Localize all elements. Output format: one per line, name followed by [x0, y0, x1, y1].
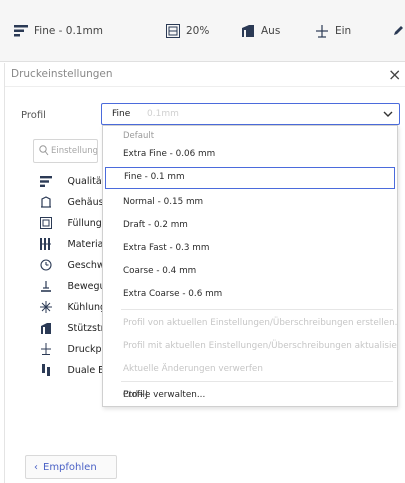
category-dual-extrusion[interactable]: Duale Extrusion — [39, 360, 109, 380]
menu-item-label: Extra Coarse - 0.6 mm — [123, 289, 223, 299]
shell-icon — [39, 195, 53, 209]
profile-select-value: Fine — [112, 109, 131, 119]
menu-item-coarse[interactable]: Coarse - 0.4 mm — [103, 261, 397, 283]
close-button[interactable]: × — [388, 65, 401, 84]
menu-item-label: Coarse - 0.4 mm — [123, 266, 197, 276]
search-icon — [39, 145, 49, 156]
settings-search-input[interactable]: Einstellungen durchsuchen — [33, 139, 98, 163]
infill-icon — [166, 24, 180, 38]
search-placeholder: Einstellungen durchsuchen — [51, 146, 98, 156]
menu-item-label: Extra Fast - 0.3 mm — [123, 243, 210, 253]
support-icon — [39, 321, 53, 335]
category-shell[interactable]: Gehäuse — [39, 192, 109, 212]
infill-summary-label: 20% — [186, 25, 210, 37]
dual-extrusion-icon — [39, 363, 53, 377]
infill-summary-button[interactable]: 20% — [166, 22, 209, 40]
edit-button[interactable] — [392, 22, 405, 40]
profile-label: Profil — [21, 110, 46, 121]
menu-item-label: Fine - 0.1 mm — [124, 172, 185, 182]
menu-item-normal[interactable]: Normal - 0.15 mm — [103, 192, 397, 214]
travel-icon — [39, 279, 53, 293]
material-icon — [39, 237, 53, 251]
pencil-icon — [394, 26, 403, 35]
shortcut-label: Ctrl+J — [123, 390, 148, 400]
category-support[interactable]: Stützstruktur — [39, 318, 109, 338]
adhesion-summary-button[interactable]: Ein — [315, 22, 351, 40]
panel-title: Druckeinstellungen — [11, 68, 113, 80]
profile-dropdown-menu: Default Extra Fine - 0.06 mm Fine - 0.1 … — [102, 125, 398, 407]
recommended-button[interactable]: ‹ Empfohlen — [25, 455, 117, 479]
recommended-label: Empfohlen — [43, 461, 97, 473]
category-material[interactable]: Material — [39, 234, 109, 254]
support-summary-label: Aus — [261, 25, 281, 37]
menu-item-create-profile: Profil von aktuellen Einstellungen/Übers… — [103, 313, 397, 335]
quality-icon — [39, 174, 53, 188]
menu-item-discard-changes: Aktuelle Änderungen verwerfen — [103, 359, 397, 381]
menu-item-extra-fast[interactable]: Extra Fast - 0.3 mm — [103, 238, 397, 260]
support-icon — [242, 25, 254, 37]
menu-divider — [121, 381, 393, 382]
menu-item-label: Profil von aktuellen Einstellungen/Übers… — [123, 318, 398, 328]
menu-item-extra-coarse[interactable]: Extra Coarse - 0.6 mm — [103, 284, 397, 306]
panel-header: Druckeinstellungen × — [5, 63, 405, 87]
menu-item-manage-profiles[interactable]: Profile verwalten... Ctrl+J — [103, 385, 397, 406]
menu-item-extra-fine[interactable]: Extra Fine - 0.06 mm — [103, 144, 397, 166]
profile-summary-button[interactable]: Fine - 0.1mm — [14, 22, 103, 40]
adhesion-icon — [39, 342, 53, 356]
menu-item-update-profile: Profil mit aktuellen Einstellungen/Übers… — [103, 336, 397, 358]
menu-item-label: Extra Fine - 0.06 mm — [123, 149, 216, 159]
menu-section-default: Default — [123, 131, 155, 141]
top-toolbar: Fine - 0.1mm 20% Aus Ein — [0, 0, 405, 62]
profile-select-suffix: 0.1mm — [147, 109, 179, 119]
menu-divider — [121, 309, 393, 310]
category-travel[interactable]: Bewegungen — [39, 276, 109, 296]
profile-summary-label: Fine - 0.1mm — [34, 25, 103, 37]
menu-item-label: Draft - 0.2 mm — [123, 220, 188, 230]
category-adhesion[interactable]: Druckplattenhaftung — [39, 339, 109, 359]
adhesion-icon — [316, 25, 328, 38]
menu-item-label: Profil mit aktuellen Einstellungen/Übers… — [123, 341, 398, 351]
menu-item-label: Normal - 0.15 mm — [123, 197, 204, 207]
chevron-left-icon: ‹ — [34, 461, 38, 473]
chevron-down-icon — [383, 111, 393, 117]
profile-select[interactable]: Fine 0.1mm — [101, 103, 400, 125]
menu-item-label: Aktuelle Änderungen verwerfen — [123, 364, 263, 374]
category-speed[interactable]: Geschwindigkeit — [39, 255, 109, 275]
menu-item-draft[interactable]: Draft - 0.2 mm — [103, 215, 397, 237]
adhesion-summary-label: Ein — [335, 25, 352, 37]
speed-icon — [39, 258, 53, 272]
category-infill[interactable]: Füllung — [39, 213, 109, 233]
category-quality[interactable]: Qualität — [39, 171, 109, 191]
category-cooling[interactable]: Kühlung — [39, 297, 109, 317]
cooling-icon — [39, 300, 53, 314]
menu-item-fine[interactable]: Fine - 0.1 mm — [105, 167, 395, 189]
infill-icon — [39, 216, 53, 230]
support-summary-button[interactable]: Aus — [241, 22, 280, 40]
quality-icon — [14, 25, 28, 37]
